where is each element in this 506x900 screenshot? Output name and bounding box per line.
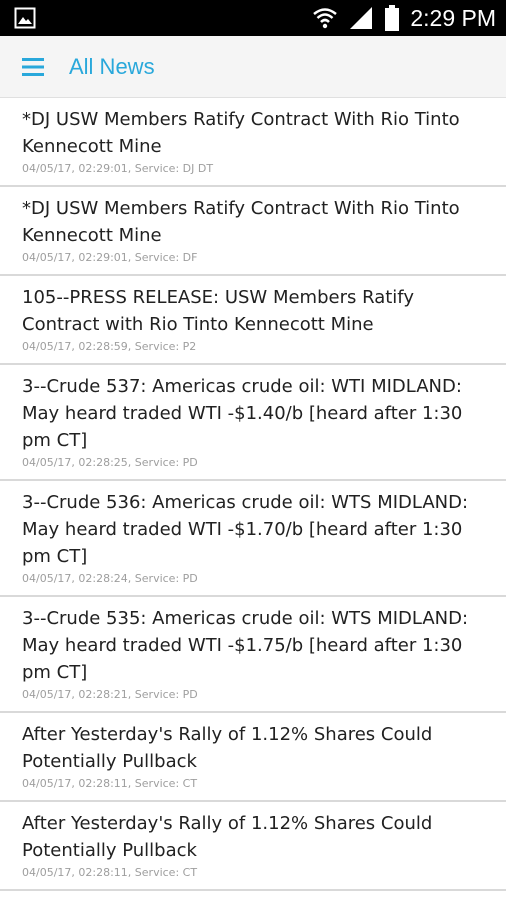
- news-headline: After Yesterday's Rally of 1.12% Shares …: [22, 813, 433, 861]
- hamburger-menu-icon[interactable]: [0, 36, 66, 98]
- news-item[interactable]: 3--Crude 537: Americas crude oil: WTI MI…: [0, 365, 506, 481]
- news-meta: 04/05/17, 02:28:21, Service: PD: [22, 688, 198, 701]
- news-list: *DJ USW Members Ratify Contract With Rio…: [0, 98, 506, 891]
- status-bar: 2:29 PM: [0, 0, 506, 36]
- app-bar: All News: [0, 36, 506, 98]
- wifi-icon: [312, 6, 338, 30]
- news-item[interactable]: After Yesterday's Rally of 1.12% Shares …: [0, 713, 506, 802]
- news-meta: 04/05/17, 02:28:11, Service: CT: [22, 866, 198, 879]
- news-meta: 04/05/17, 02:28:59, Service: P2: [22, 340, 197, 353]
- news-meta: 04/05/17, 02:28:11, Service: CT: [22, 777, 198, 790]
- gallery-icon: [14, 7, 36, 29]
- news-item[interactable]: 3--Crude 536: Americas crude oil: WTS MI…: [0, 481, 506, 597]
- battery-icon: [384, 5, 400, 31]
- news-meta: 04/05/17, 02:29:01, Service: DJ DT: [22, 162, 214, 175]
- news-meta: 04/05/17, 02:28:25, Service: PD: [22, 456, 198, 469]
- news-headline: After Yesterday's Rally of 1.12% Shares …: [22, 724, 433, 772]
- signal-icon: [348, 6, 374, 30]
- news-headline: 3--Crude 537: Americas crude oil: WTI MI…: [22, 376, 463, 451]
- news-item[interactable]: 3--Crude 535: Americas crude oil: WTS MI…: [0, 597, 506, 713]
- news-headline: 3--Crude 536: Americas crude oil: WTS MI…: [22, 492, 469, 567]
- news-meta: 04/05/17, 02:28:24, Service: PD: [22, 572, 198, 585]
- news-meta: 04/05/17, 02:29:01, Service: DF: [22, 251, 198, 264]
- news-item[interactable]: 105--PRESS RELEASE: USW Members Ratify C…: [0, 276, 506, 365]
- news-item[interactable]: *DJ USW Members Ratify Contract With Rio…: [0, 187, 506, 276]
- status-time: 2:29 PM: [410, 4, 496, 31]
- news-headline: *DJ USW Members Ratify Contract With Rio…: [22, 109, 460, 157]
- news-headline: 3--Crude 535: Americas crude oil: WTS MI…: [22, 608, 469, 683]
- page-title: All News: [69, 53, 155, 79]
- news-item[interactable]: *DJ USW Members Ratify Contract With Rio…: [0, 98, 506, 187]
- news-headline: *DJ USW Members Ratify Contract With Rio…: [22, 198, 460, 246]
- news-item[interactable]: After Yesterday's Rally of 1.12% Shares …: [0, 802, 506, 891]
- news-headline: 105--PRESS RELEASE: USW Members Ratify C…: [22, 287, 414, 335]
